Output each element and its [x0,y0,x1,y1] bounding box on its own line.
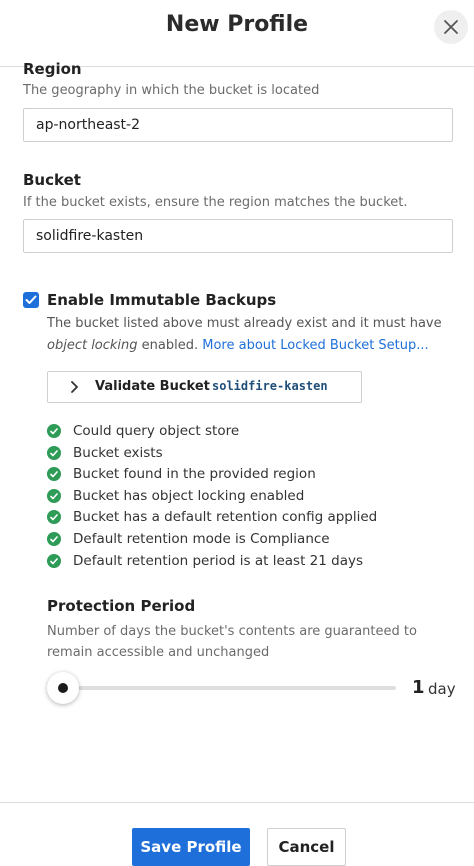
region-help: The geography in which the bucket is loc… [23,83,320,98]
dialog-header: New Profile [0,0,474,67]
validation-check-text: Bucket has a default retention config ap… [73,509,378,526]
validate-bucket-toggle[interactable]: Validate Bucket solidfire-kasten [47,371,362,403]
cancel-button[interactable]: Cancel [267,828,346,866]
bucket-help: If the bucket exists, ensure the region … [23,195,408,210]
validation-check-text: Default retention period is at least 21 … [73,552,363,569]
save-profile-button[interactable]: Save Profile [132,828,250,866]
validation-check-text: Bucket found in the provided region [73,466,316,483]
bucket-input[interactable] [24,220,452,252]
success-check-icon [47,424,61,438]
region-label: Region [23,60,82,78]
close-icon [444,20,458,34]
validation-check-text: Default retention mode is Compliance [73,531,330,547]
success-check-icon [47,445,61,460]
success-check-icon [47,510,61,525]
validate-bucket-label: Validate Bucket [95,379,210,394]
protection-period-help: Number of days the bucket's contents are… [47,624,417,660]
check-icon [25,295,37,304]
validation-check-text: Bucket exists [73,444,163,461]
success-check-icon [47,467,61,482]
desc-suffix: enabled. [137,338,203,353]
desc-emphasis: object locking [47,338,138,353]
validate-bucket-name: solidfire-kasten [212,379,328,393]
desc-prefix: The bucket listed above must already exi… [47,316,442,331]
validation-check-text: Bucket has object locking enabled [73,487,305,504]
immutable-checkbox[interactable] [23,292,39,308]
immutable-description: The bucket listed above must already exi… [47,313,457,357]
region-field-box [23,108,453,142]
dialog-footer: Save Profile Cancel [0,802,474,866]
immutable-label[interactable]: Enable Immutable Backups [47,291,276,309]
protection-period-unit: day [428,680,456,698]
bucket-field-box [23,219,453,253]
protection-slider-thumb[interactable] [47,672,79,704]
success-check-icon [47,532,61,546]
locked-bucket-setup-link[interactable]: More about Locked Bucket Setup... [202,338,428,353]
success-check-icon [47,553,61,568]
validation-check-text: Could query object store [73,423,240,439]
slider-thumb-dot [58,683,68,693]
dialog-title: New Profile [165,12,309,37]
region-input[interactable] [24,109,452,141]
protection-period-value: 1 [412,677,425,698]
close-button[interactable] [434,10,468,44]
chevron-right-icon [71,381,78,393]
success-check-icon [47,488,61,503]
protection-slider-track[interactable] [62,686,396,690]
bucket-label: Bucket [23,171,81,189]
protection-period-label: Protection Period [47,597,196,615]
